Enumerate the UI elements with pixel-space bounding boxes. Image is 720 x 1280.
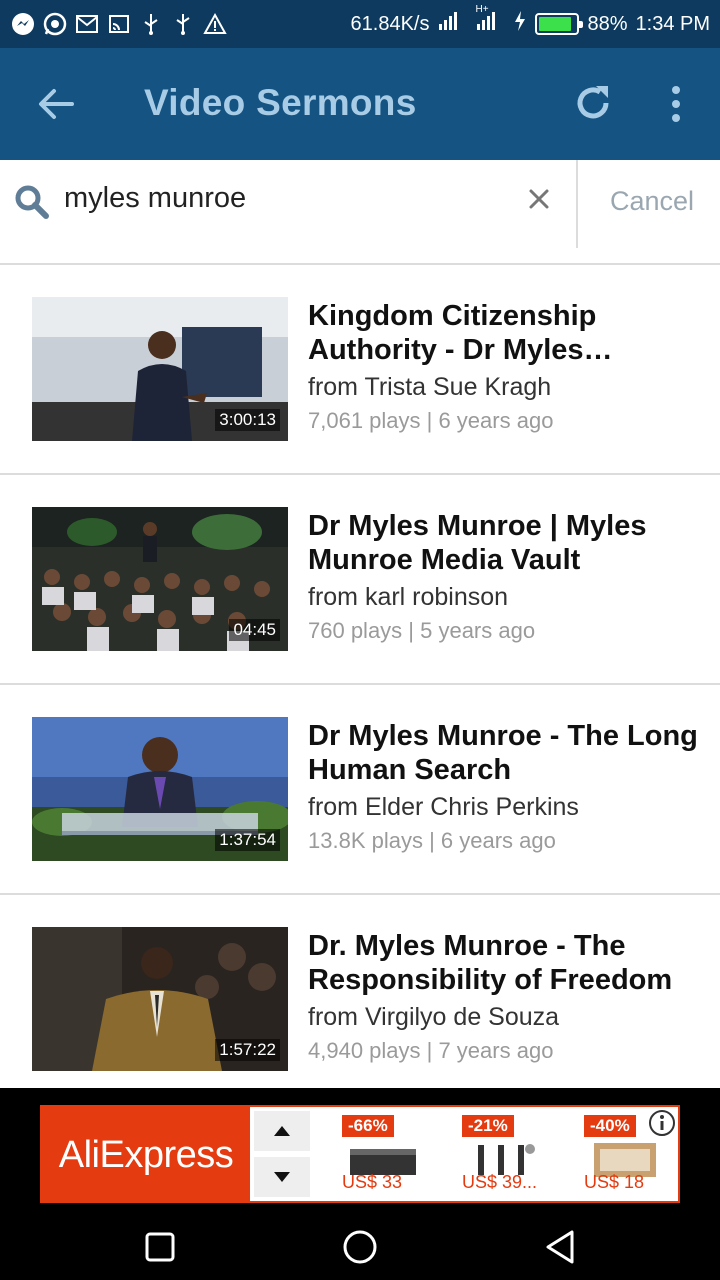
cast-icon xyxy=(106,11,132,37)
refresh-icon[interactable] xyxy=(572,82,614,124)
app-bar: Video Sermons xyxy=(0,48,720,160)
product-price: US$ 18 xyxy=(584,1172,645,1192)
video-title[interactable]: Dr Myles Munroe - The Long Human Search xyxy=(308,719,700,787)
recent-apps-icon[interactable] xyxy=(140,1227,180,1267)
usb-icon xyxy=(138,11,164,37)
warning-icon xyxy=(202,11,228,37)
divider xyxy=(576,160,578,248)
discount-badge: -66% xyxy=(342,1115,394,1137)
video-uploader: from Elder Chris Perkins xyxy=(308,793,579,821)
video-info: Dr Myles Munroe | Myles Munroe Media Vau… xyxy=(308,509,700,644)
signal-icon xyxy=(437,10,467,38)
carousel-up-button[interactable] xyxy=(254,1111,310,1151)
page-title: Video Sermons xyxy=(144,82,417,123)
video-duration: 1:37:54 xyxy=(215,829,280,851)
ad-product[interactable]: -66% US$ 33 xyxy=(342,1115,422,1197)
ad-banner-container: AliExpress -66% US$ 33 -21% US$ 39... -4… xyxy=(0,1088,720,1213)
video-meta: 13.8K plays | 6 years ago xyxy=(308,828,556,853)
clock: 1:34 PM xyxy=(635,12,710,35)
list-item[interactable]: 1:57:22 Dr. Myles Munroe - The Responsib… xyxy=(0,895,720,1093)
signal-h-plus-icon: H+ xyxy=(475,4,505,38)
video-info: Dr. Myles Munroe - The Responsibility of… xyxy=(308,929,700,1064)
ad-banner[interactable]: AliExpress -66% US$ 33 -21% US$ 39... -4… xyxy=(40,1105,680,1203)
status-bar: 61.84K/s H+ 88% 1:34 PM xyxy=(0,0,720,48)
search-bar: myles munroe Cancel xyxy=(0,160,720,265)
arrow-left-icon[interactable] xyxy=(36,84,76,124)
system-nav-bar xyxy=(0,1213,720,1280)
network-type: H+ xyxy=(475,4,489,15)
video-thumbnail[interactable]: 04:45 xyxy=(32,507,288,651)
video-duration: 1:57:22 xyxy=(215,1039,280,1061)
net-speed: 61.84K/s xyxy=(350,12,430,35)
video-thumbnail[interactable]: 1:57:22 xyxy=(32,927,288,1071)
video-meta: 7,061 plays | 6 years ago xyxy=(308,408,554,433)
cancel-button[interactable]: Cancel xyxy=(610,186,694,217)
close-icon[interactable] xyxy=(524,184,554,214)
video-meta: 760 plays | 5 years ago xyxy=(308,618,536,643)
battery-icon xyxy=(535,13,584,35)
product-price: US$ 39... xyxy=(462,1172,538,1192)
video-uploader: from karl robinson xyxy=(308,583,509,611)
info-icon[interactable] xyxy=(648,1109,676,1137)
video-info: Kingdom Citizenship Authority - Dr Myles… xyxy=(308,299,700,434)
usb-icon xyxy=(170,11,196,37)
video-thumbnail[interactable]: 1:37:54 xyxy=(32,717,288,861)
list-item[interactable]: 04:45 Dr Myles Munroe | Myles Munroe Med… xyxy=(0,475,720,685)
list-item[interactable]: 3:00:13 Kingdom Citizenship Authority - … xyxy=(0,265,720,475)
video-title[interactable]: Dr. Myles Munroe - The Responsibility of… xyxy=(308,929,700,997)
video-title[interactable]: Dr Myles Munroe | Myles Munroe Media Vau… xyxy=(308,509,700,577)
messenger-icon xyxy=(10,11,36,37)
back-icon[interactable] xyxy=(540,1227,580,1267)
charging-icon xyxy=(513,10,527,38)
discount-badge: -21% xyxy=(462,1115,514,1137)
carousel-down-button[interactable] xyxy=(254,1157,310,1197)
video-meta: 4,940 plays | 7 years ago xyxy=(308,1038,554,1063)
status-right: 61.84K/s H+ 88% 1:34 PM xyxy=(350,4,710,38)
gmail-icon xyxy=(74,11,100,37)
home-icon[interactable] xyxy=(340,1227,380,1267)
video-thumbnail[interactable]: 3:00:13 xyxy=(32,297,288,441)
battery-percent: 88% xyxy=(587,12,628,35)
video-uploader: from Trista Sue Kragh xyxy=(308,373,552,401)
discount-badge: -40% xyxy=(584,1115,636,1137)
list-item[interactable]: 1:37:54 Dr Myles Munroe - The Long Human… xyxy=(0,685,720,895)
search-input[interactable]: myles munroe xyxy=(64,182,246,215)
video-duration: 04:45 xyxy=(229,619,280,641)
video-duration: 3:00:13 xyxy=(215,409,280,431)
search-icon xyxy=(14,184,50,220)
product-price: US$ 33 xyxy=(342,1172,403,1192)
video-info: Dr Myles Munroe - The Long Human Search … xyxy=(308,719,700,854)
whatsapp-icon xyxy=(42,11,68,37)
video-uploader: from Virgilyo de Souza xyxy=(308,1003,560,1031)
video-title[interactable]: Kingdom Citizenship Authority - Dr Myles… xyxy=(308,299,700,367)
notification-icons xyxy=(10,11,228,37)
more-vert-icon[interactable] xyxy=(660,82,692,126)
ad-brand-logo[interactable]: AliExpress xyxy=(42,1107,250,1203)
ad-product[interactable]: -21% US$ 39... xyxy=(462,1115,542,1197)
results-list: 3:00:13 Kingdom Citizenship Authority - … xyxy=(0,265,720,1093)
ad-carousel-controls xyxy=(254,1111,312,1199)
